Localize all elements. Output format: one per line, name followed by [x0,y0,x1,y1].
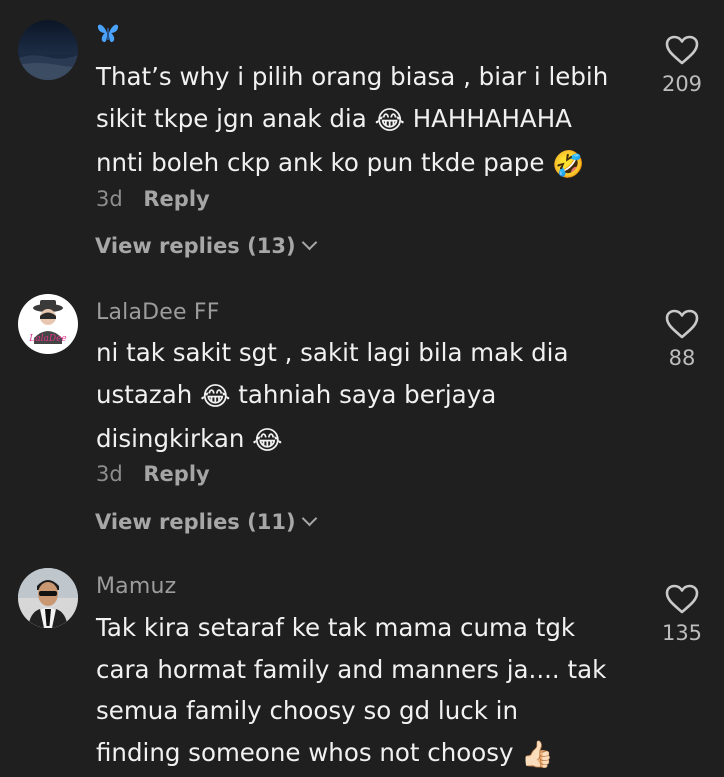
comment-line: ni tak sakit sgt , sakit lagi bila mak d… [96,332,636,374]
like-count: 209 [661,72,703,96]
reply-button[interactable]: Reply [143,462,209,486]
comment-meta: 3d Reply [96,462,210,486]
comment-text-segment: tahniah saya berjaya [230,379,497,409]
heart-icon [665,35,699,65]
comment-text-segment: cara hormat family and manners ja.... ta… [96,654,607,684]
avatar[interactable] [18,568,78,628]
comment-line: cara hormat family and manners ja.... ta… [96,649,636,691]
avatar-image: LalaDee [18,294,78,354]
comment-item: Mamuz Tak kira setaraf ke tak mama cuma … [0,550,724,777]
like-count: 135 [661,621,703,645]
butterfly-icon [97,24,119,43]
view-replies-label: View replies (11) [95,510,296,534]
comment-text-segment: HAHHAHAHA [404,103,572,133]
like-count: 88 [668,346,696,370]
comment-text: Tak kira setaraf ke tak mama cuma tgk ca… [96,607,636,776]
comment-text-segment: semua family choosy so gd luck in [96,696,519,725]
username[interactable]: 🦋 [96,22,120,50]
comment-meta: 3d Reply [96,187,210,211]
avatar[interactable] [18,20,78,80]
comment-line: disingkirkan 😂 [96,418,636,463]
rolling-laughing-emoji-icon: 🤣 [552,150,585,180]
timestamp: 3d [96,187,123,211]
comment-line: That’s why i pilih orang biasa , biar i … [96,56,636,98]
comment-line: semua family choosy so gd luck in [96,690,636,732]
heart-icon [665,584,699,614]
avatar-image [18,20,78,80]
tears-of-joy-emoji-icon: 😂 [252,426,283,456]
comment-text-segment: finding someone whos not choosy [96,737,522,767]
comment-text-segment: That’s why i pilih orang biasa , biar i … [96,62,609,91]
view-replies-button[interactable]: View replies (11) [95,510,317,534]
comment-line: finding someone whos not choosy 👍🏻 [96,732,636,777]
chevron-down-icon [301,234,317,251]
comment-item: 🦋 That’s why i pilih orang biasa , biar … [0,0,724,280]
comment-text: ni tak sakit sgt , sakit lagi bila mak d… [96,332,636,463]
avatar[interactable]: LalaDee [18,294,78,354]
like-button[interactable]: 135 [652,583,712,645]
tears-of-joy-emoji-icon: 😂 [374,105,405,136]
username[interactable]: LalaDee FF [96,300,220,325]
comment-text-segment: nnti boleh ckp ank ko pun tkde pape [96,148,553,177]
thumbs-up-emoji-icon: 👍🏻 [521,739,554,770]
comment-line: sikit tkpe jgn anak dia 😂 HAHHAHAHA [96,98,636,143]
avatar-image [18,568,78,628]
chevron-down-icon [301,510,317,527]
avatar-logo-text: LalaDee [28,334,66,344]
heart-icon [665,309,699,339]
comment-text: That’s why i pilih orang biasa , biar i … [96,56,636,187]
comment-item: LalaDee LalaDee FF ni tak sakit sgt , sa… [0,280,724,550]
timestamp: 3d [96,462,123,486]
comment-text-segment: sikit tkpe jgn anak dia [96,103,375,133]
comment-text-segment: ustazah [96,379,201,409]
tears-of-joy-emoji-icon: 😂 [200,381,231,412]
username[interactable]: Mamuz [96,574,176,599]
comment-text-segment: ni tak sakit sgt , sakit lagi bila mak d… [96,338,569,367]
comment-line: ustazah 😂 tahniah saya berjaya [96,374,636,419]
reply-button[interactable]: Reply [143,187,209,211]
like-button[interactable]: 209 [652,34,712,96]
view-replies-label: View replies (13) [95,234,296,258]
comment-line: nnti boleh ckp ank ko pun tkde pape 🤣 [96,142,636,187]
comment-text-segment: disingkirkan [96,424,253,453]
comment-line: Tak kira setaraf ke tak mama cuma tgk [96,607,636,649]
like-button[interactable]: 88 [652,308,712,370]
comment-text-segment: Tak kira setaraf ke tak mama cuma tgk [96,613,576,642]
view-replies-button[interactable]: View replies (13) [95,234,317,258]
